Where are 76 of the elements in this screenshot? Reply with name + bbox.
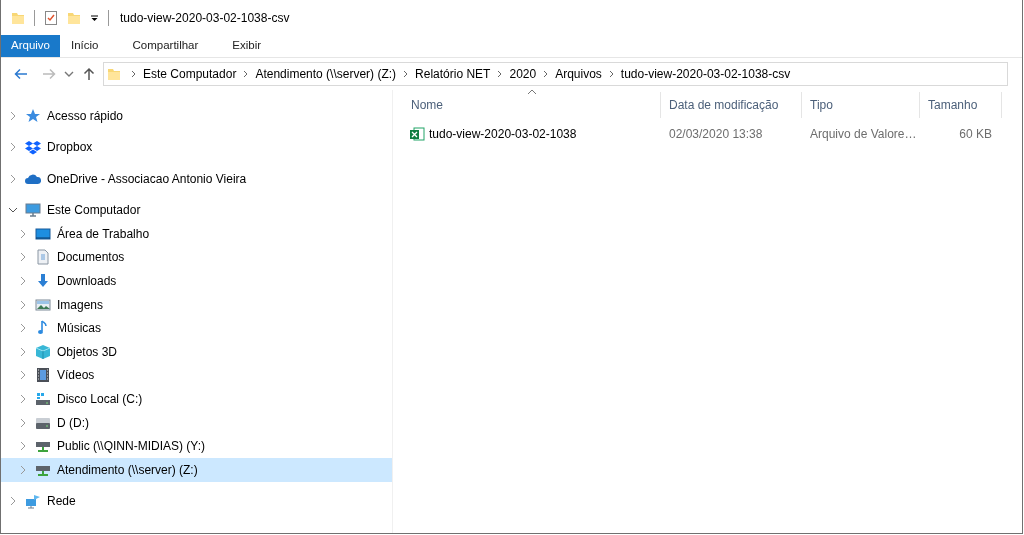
column-header[interactable]: Tipo xyxy=(802,92,920,118)
window-title: tudo-view-2020-03-02-1038-csv xyxy=(120,9,290,27)
back-icon xyxy=(13,66,29,82)
tree-item[interactable]: Rede xyxy=(1,489,392,514)
expand-icon[interactable] xyxy=(18,252,28,263)
tree-item[interactable]: Disco Local (C:) xyxy=(1,387,392,411)
tree-item[interactable]: Imagens xyxy=(1,292,392,317)
expand-icon[interactable] xyxy=(18,417,28,428)
tree-item[interactable]: Atendimento (\\server) (Z:) xyxy=(1,458,392,482)
back-button[interactable] xyxy=(12,66,30,82)
up-button[interactable] xyxy=(81,66,97,82)
size-cell-text: 60 KB xyxy=(958,126,993,143)
column-header[interactable]: Nome xyxy=(403,92,661,118)
tree-item[interactable]: Área de Trabalho xyxy=(1,222,392,246)
breadcrumb[interactable]: tudo-view-2020-03-02-1038-csv xyxy=(616,65,795,83)
breadcrumb[interactable]: 2020 xyxy=(505,65,541,83)
chevron-icon xyxy=(607,69,615,79)
ribbon-tab[interactable]: Início xyxy=(60,35,110,57)
chevron-icon xyxy=(402,69,410,79)
dropbox-icon xyxy=(25,139,41,156)
tree-item[interactable]: D (D:) xyxy=(1,410,392,435)
pictures-icon xyxy=(35,296,51,313)
type-cell-text: Arquivo de Valore… xyxy=(809,126,918,143)
expand-icon[interactable] xyxy=(8,110,18,121)
computer-icon xyxy=(25,202,41,219)
ribbon-tab[interactable]: Compartilhar xyxy=(121,35,210,57)
systemdisk-icon xyxy=(35,391,51,407)
expand-icon[interactable] xyxy=(18,323,28,334)
tree-item[interactable]: Downloads xyxy=(1,269,392,293)
chevron-icon xyxy=(496,69,504,79)
expand-icon[interactable] xyxy=(8,496,18,507)
forward-icon xyxy=(41,66,57,82)
expand-icon[interactable] xyxy=(18,276,28,287)
breadcrumb[interactable]: Atendimento (\\server) (Z:) xyxy=(251,65,401,83)
tree-item[interactable]: Acesso rápido xyxy=(1,104,392,128)
up-icon xyxy=(81,66,97,82)
expand-icon[interactable] xyxy=(8,142,18,153)
properties-icon[interactable] xyxy=(44,9,58,26)
expand-icon[interactable] xyxy=(18,346,28,357)
expand-icon[interactable] xyxy=(18,228,28,239)
date-cell-text: 02/03/2020 13:38 xyxy=(668,126,764,143)
column-header[interactable]: Tamanho xyxy=(920,92,1002,118)
expand-icon[interactable] xyxy=(8,173,18,184)
breadcrumb[interactable]: Relatório NET xyxy=(411,65,495,83)
desktop-icon xyxy=(35,225,51,242)
network-icon xyxy=(25,493,41,510)
breadcrumb[interactable]: Arquivos xyxy=(551,65,606,83)
chevron-icon xyxy=(542,69,550,79)
expand-icon[interactable] xyxy=(18,299,28,310)
expand-icon[interactable] xyxy=(18,441,28,452)
forward-button[interactable] xyxy=(40,66,58,82)
address-bar[interactable]: Este Computador Atendimento (\\server) (Z:) Relatório NET 2020 Arquivos tudo-view-2020-03-02-1038-csv xyxy=(103,62,1008,86)
file-name[interactable]: tudo-view-2020-03-02-1038 xyxy=(429,125,577,143)
expand-icon[interactable] xyxy=(18,464,28,475)
chevron-icon xyxy=(242,69,250,79)
chevron-icon xyxy=(130,69,137,79)
ribbon-tab[interactable]: Exibir xyxy=(221,35,273,57)
videos-icon xyxy=(35,367,51,384)
tree-item[interactable]: Documentos xyxy=(1,245,392,270)
expand-icon[interactable] xyxy=(18,370,28,381)
ribbon-tab[interactable]: Arquivo xyxy=(1,35,60,57)
sort-icon xyxy=(527,89,537,95)
breadcrumb[interactable]: Este Computador xyxy=(139,65,241,83)
column-header[interactable]: Data de modificação xyxy=(661,92,802,118)
documents-icon xyxy=(35,249,51,266)
tree-item[interactable]: Vídeos xyxy=(1,363,392,388)
tree-item[interactable]: Este Computador xyxy=(1,198,392,223)
tree-item[interactable]: Objetos 3D xyxy=(1,340,392,364)
tree-item[interactable]: Músicas xyxy=(1,316,392,340)
dropdown-icon[interactable] xyxy=(90,12,99,23)
tree-item[interactable]: Public (\\QINN-MIDIAS) (Y:) xyxy=(1,434,392,458)
expand-icon[interactable] xyxy=(18,394,28,404)
tree-item[interactable]: OneDrive - Associacao Antonio Vieira xyxy=(1,166,392,191)
folder-icon xyxy=(107,66,121,82)
tree-item[interactable]: Dropbox xyxy=(1,135,392,160)
spreadsheet-icon xyxy=(409,126,425,142)
